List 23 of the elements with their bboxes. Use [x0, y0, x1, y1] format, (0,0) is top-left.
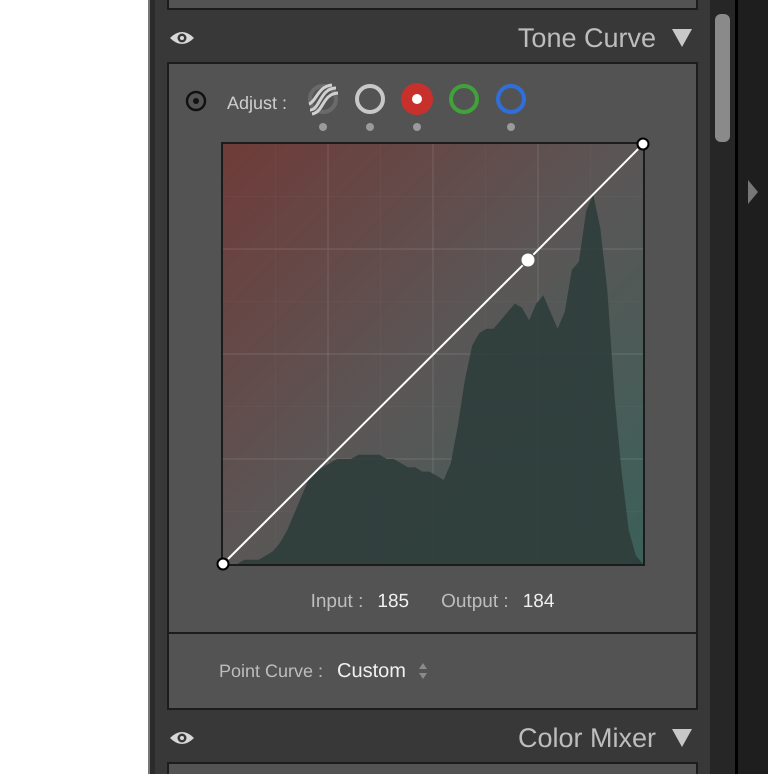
target-icon[interactable]	[185, 90, 207, 112]
curve-point[interactable]	[521, 254, 534, 266]
adjust-label: Adjust :	[227, 92, 288, 115]
parametric-curve-icon[interactable]	[306, 82, 340, 116]
curve-point[interactable]	[216, 558, 229, 570]
eye-icon[interactable]	[169, 730, 195, 746]
up-down-arrows-icon	[418, 662, 428, 680]
expand-arrow-icon[interactable]	[747, 180, 759, 204]
scrollbar-thumb[interactable]	[715, 14, 730, 142]
channel-circle-icon[interactable]	[400, 82, 434, 116]
point-curve-dropdown[interactable]: Custom	[337, 656, 428, 686]
output-value: 184	[522, 590, 554, 614]
panel-title[interactable]: Color Mixer	[518, 718, 656, 758]
input-label: Input :	[310, 590, 364, 614]
panel-title[interactable]: Tone Curve	[518, 18, 656, 58]
curve-point[interactable]	[636, 138, 649, 150]
collapse-triangle-icon[interactable]	[672, 29, 692, 47]
input-value: 185	[377, 590, 410, 614]
channel-circle-icon[interactable]	[353, 82, 388, 116]
point-curve-label: Point Curve :	[219, 660, 324, 682]
collapse-triangle-icon[interactable]	[672, 729, 692, 747]
eye-icon[interactable]	[169, 30, 195, 46]
output-label: Output :	[441, 590, 509, 614]
